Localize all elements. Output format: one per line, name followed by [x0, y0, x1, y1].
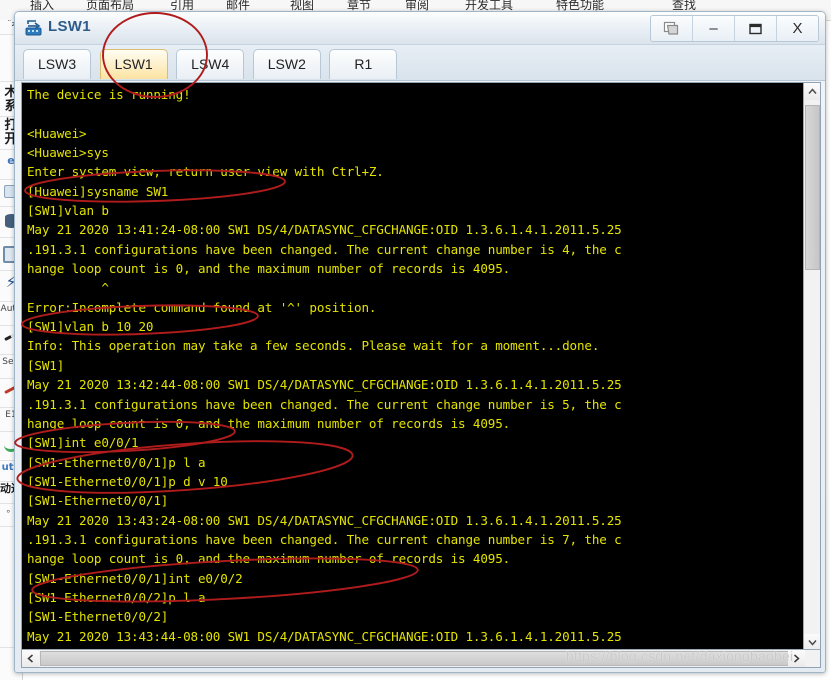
window-controls: – X: [650, 15, 819, 42]
tab-lsw3[interactable]: LSW3: [23, 49, 92, 79]
maximize-button[interactable]: [735, 16, 777, 41]
restore-button[interactable]: [651, 16, 693, 41]
window-title: LSW1: [48, 18, 91, 35]
minimize-button[interactable]: –: [693, 16, 735, 41]
window-titlebar[interactable]: LSW1 – X: [15, 12, 825, 45]
tab-lsw2[interactable]: LSW2: [252, 49, 321, 79]
device-console-window: LSW1 – X LSW3 LSW1 LSW4 LSW2 R1 The devi…: [14, 11, 826, 673]
terminal-output: The device is running! <Huawei> <Huawei>…: [27, 87, 622, 663]
vertical-scroll-thumb[interactable]: [805, 105, 820, 270]
tab-lsw1[interactable]: LSW1: [99, 49, 168, 79]
watermark: https://blog.csdn.net/daxiongbaobei: [566, 648, 794, 664]
device-tabstrip: LSW3 LSW1 LSW4 LSW2 R1: [15, 45, 825, 81]
switch-icon: [24, 18, 44, 38]
scroll-left-button[interactable]: [22, 650, 39, 667]
terminal-console[interactable]: The device is running! <Huawei> <Huawei>…: [21, 82, 821, 668]
close-button[interactable]: X: [777, 16, 818, 41]
close-icon: X: [792, 20, 803, 37]
minimize-icon: –: [709, 20, 718, 37]
maximize-icon: [749, 23, 762, 34]
terminal-vertical-scrollbar[interactable]: [803, 83, 820, 651]
chevron-left-icon: [27, 654, 33, 663]
screen: 插入 页面布局 引用 邮件 视图 章节 审阅 开发工具 特色功能 查找 ˄₂ 木…: [0, 0, 831, 680]
scroll-up-button[interactable]: [804, 83, 820, 100]
tab-lsw4[interactable]: LSW4: [176, 49, 245, 79]
chevron-down-icon: [808, 640, 817, 646]
tab-r1[interactable]: R1: [329, 49, 398, 79]
restore-icon: [663, 21, 679, 35]
chevron-up-icon: [808, 88, 817, 94]
